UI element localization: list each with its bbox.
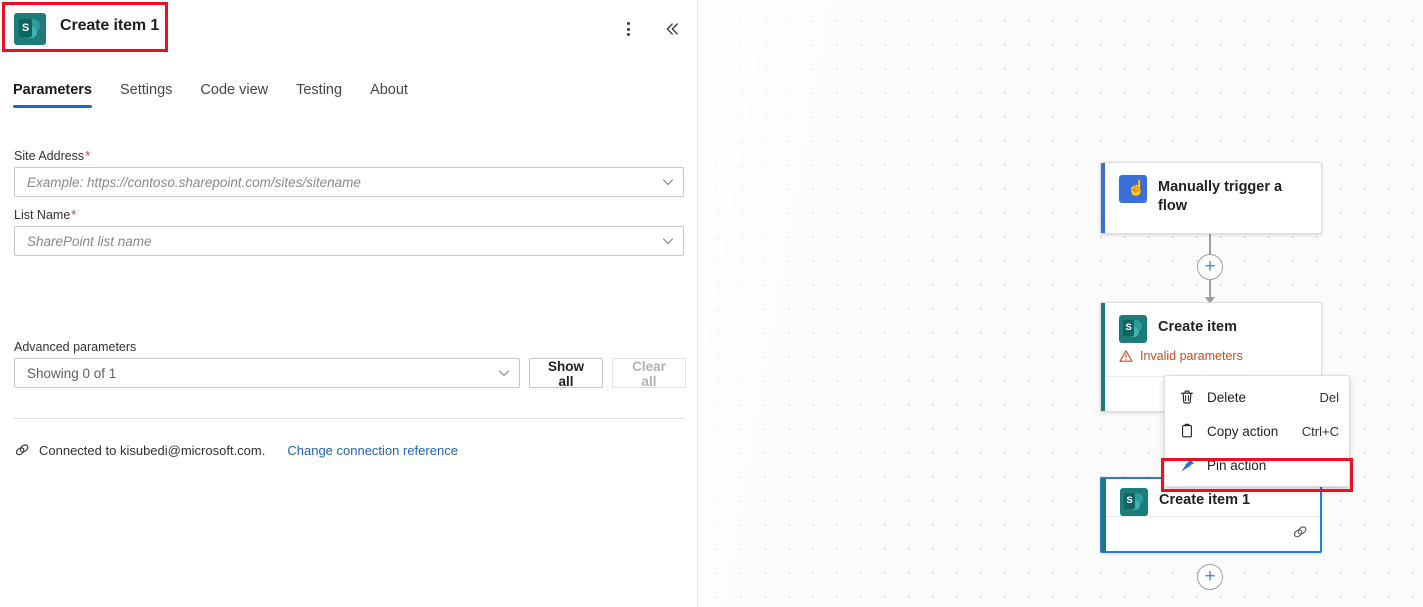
site-address-placeholder: Example: https://contoso.sharepoint.com/…: [15, 175, 653, 190]
node-title: Create item 1: [1159, 488, 1250, 510]
node-context-menu[interactable]: Delete Del Copy action Ctrl+C: [1164, 375, 1350, 487]
more-vertical-icon: [627, 22, 630, 36]
context-menu-shortcut: Ctrl+C: [1302, 424, 1339, 439]
panel-divider: [14, 418, 684, 419]
tab-code-view[interactable]: Code view: [186, 82, 282, 108]
advanced-parameters-row: Showing 0 of 1 Show all Clear all: [14, 358, 684, 388]
sharepoint-icon: S: [1120, 488, 1148, 516]
site-address-label: Site Address*: [14, 148, 684, 163]
sharepoint-icon: S: [1119, 315, 1147, 343]
context-menu-item-copy-action[interactable]: Copy action Ctrl+C: [1165, 414, 1349, 448]
flow-canvas[interactable]: + ☝ Manually trigger a flow S: [698, 0, 1423, 607]
sharepoint-icon-letter: S: [1123, 320, 1134, 336]
collapse-pane-button[interactable]: [658, 15, 686, 43]
sharepoint-icon-letter: S: [1124, 493, 1135, 509]
sharepoint-icon-letter: S: [19, 19, 32, 37]
connection-status-row: Connected to kisubedi@microsoft.com. Cha…: [14, 442, 458, 458]
node-error-message: Invalid parameters: [1101, 343, 1321, 363]
context-menu-label: Copy action: [1207, 424, 1294, 439]
show-all-button[interactable]: Show all: [529, 358, 603, 388]
advanced-parameters-dropdown[interactable]: Showing 0 of 1: [14, 358, 520, 388]
node-header: S Create item: [1101, 303, 1321, 343]
node-title: Create item: [1158, 315, 1237, 337]
link-icon: [14, 442, 30, 458]
chevron-down-icon: [497, 366, 511, 380]
tab-testing[interactable]: Testing: [282, 82, 356, 108]
panel-tabs: Parameters Settings Code view Testing Ab…: [0, 82, 698, 124]
add-step-button-1[interactable]: +: [1197, 254, 1223, 280]
advanced-parameters-label: Advanced parameters: [14, 340, 684, 354]
pin-icon: [1177, 457, 1197, 474]
advanced-parameters-section: Advanced parameters Showing 0 of 1 Show …: [0, 340, 698, 388]
manual-trigger-icon: ☝: [1119, 175, 1147, 203]
context-menu-label: Pin action: [1207, 458, 1331, 473]
page-title: Create item 1: [60, 17, 159, 35]
trash-icon: [1177, 389, 1197, 405]
tab-parameters[interactable]: Parameters: [13, 82, 106, 108]
plus-icon: +: [1204, 567, 1215, 586]
warning-icon: [1119, 349, 1133, 363]
required-asterisk: *: [85, 148, 90, 163]
context-menu-item-delete[interactable]: Delete Del: [1165, 380, 1349, 414]
site-address-dropdown-button[interactable]: [653, 175, 683, 189]
action-details-panel: S Create item 1 Parameters Settings Code: [0, 0, 698, 607]
site-address-label-text: Site Address: [14, 149, 84, 163]
site-address-input[interactable]: Example: https://contoso.sharepoint.com/…: [14, 167, 684, 197]
context-menu-label: Delete: [1207, 390, 1311, 405]
flow-node-manual-trigger[interactable]: ☝ Manually trigger a flow: [1100, 162, 1322, 234]
parameters-form: Site Address* Example: https://contoso.s…: [0, 148, 698, 266]
node-error-text: Invalid parameters: [1140, 349, 1243, 363]
list-name-label-text: List Name: [14, 208, 70, 222]
node-header: ☝ Manually trigger a flow: [1101, 163, 1321, 216]
chevron-down-icon: [661, 234, 675, 248]
list-name-label: List Name*: [14, 207, 684, 222]
tab-about[interactable]: About: [356, 82, 422, 108]
plus-icon: +: [1204, 257, 1215, 276]
sharepoint-icon: S: [14, 13, 46, 45]
header-actions: [614, 0, 686, 58]
list-name-input[interactable]: SharePoint list name: [14, 226, 684, 256]
chevron-down-icon: [661, 175, 675, 189]
tab-settings[interactable]: Settings: [106, 82, 186, 108]
change-connection-reference-link[interactable]: Change connection reference: [287, 443, 458, 458]
advanced-parameters-dropdown-button[interactable]: [489, 366, 519, 380]
node-footer: [1106, 516, 1320, 551]
connection-status-text: Connected to kisubedi@microsoft.com.: [39, 443, 265, 458]
add-step-button-2[interactable]: +: [1197, 564, 1223, 590]
field-list-name: List Name* SharePoint list name: [0, 207, 698, 256]
clear-all-button: Clear all: [612, 358, 686, 388]
flow-node-create-item-1[interactable]: S Create item 1: [1100, 477, 1322, 553]
node-title: Manually trigger a flow: [1158, 175, 1309, 216]
chevron-double-left-icon: [663, 20, 681, 38]
context-menu-item-pin-action[interactable]: Pin action: [1165, 448, 1349, 482]
context-menu-shortcut: Del: [1319, 390, 1339, 405]
list-name-dropdown-button[interactable]: [653, 234, 683, 248]
app-root: S Create item 1 Parameters Settings Code: [0, 0, 1423, 607]
link-icon[interactable]: [1292, 524, 1308, 545]
clipboard-icon: [1177, 423, 1197, 439]
node-accent-bar: [1101, 163, 1105, 233]
advanced-parameters-value: Showing 0 of 1: [15, 366, 489, 381]
field-site-address: Site Address* Example: https://contoso.s…: [0, 148, 698, 197]
panel-header: S Create item 1: [0, 0, 698, 58]
required-asterisk: *: [71, 207, 76, 222]
list-name-placeholder: SharePoint list name: [15, 234, 653, 249]
more-commands-button[interactable]: [614, 15, 642, 43]
